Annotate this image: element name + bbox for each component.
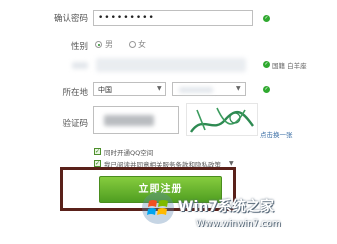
gender-male-radio[interactable]: [95, 41, 102, 48]
gender-label: 性别: [70, 42, 88, 52]
confirm-password-field[interactable]: •••••••••: [93, 10, 253, 26]
open-qzone-checkbox[interactable]: ✓: [94, 148, 101, 155]
confirm-password-valid-icon: ✓: [263, 15, 270, 22]
chevron-down-icon: ▼: [236, 85, 241, 92]
province-select[interactable]: ▼: [172, 82, 246, 96]
blurred-row-field: [96, 58, 246, 72]
chevron-down-icon[interactable]: ▼: [229, 160, 234, 167]
captcha-input[interactable]: [93, 106, 179, 134]
confirm-password-label: 确认密码: [53, 14, 88, 24]
province-select-value: [179, 87, 213, 93]
confirm-password-value: •••••••••: [98, 13, 155, 23]
country-select-value: 中国: [98, 86, 112, 94]
open-qzone-label[interactable]: 同时开通QQ空间: [104, 147, 153, 157]
captcha-refresh-link[interactable]: 点击换一张: [260, 129, 293, 139]
region-hint-text: 国籍 白羊座: [272, 62, 307, 70]
captcha-input-value: [104, 115, 154, 126]
gender-male-label[interactable]: 男: [105, 39, 113, 50]
captcha-image[interactable]: [186, 103, 258, 136]
windows-logo-icon: [142, 192, 174, 224]
captcha-label: 验证码: [62, 119, 88, 129]
blurred-row-valid-icon: ✓: [263, 61, 270, 68]
country-select[interactable]: 中国 ▼: [93, 82, 166, 96]
location-label: 所在地: [62, 88, 88, 98]
watermark-url: Www.winwin7.com: [196, 219, 281, 229]
blurred-row-label: [72, 62, 88, 69]
captcha-image-graphic: [190, 107, 254, 133]
watermark-title: Win7系统之家: [178, 199, 274, 215]
chevron-down-icon: ▼: [157, 85, 162, 92]
gender-female-label[interactable]: 女: [138, 39, 146, 50]
location-valid-icon: ✓: [263, 86, 270, 93]
gender-female-radio[interactable]: [129, 41, 136, 48]
agree-terms-checkbox[interactable]: ✓: [94, 160, 101, 167]
